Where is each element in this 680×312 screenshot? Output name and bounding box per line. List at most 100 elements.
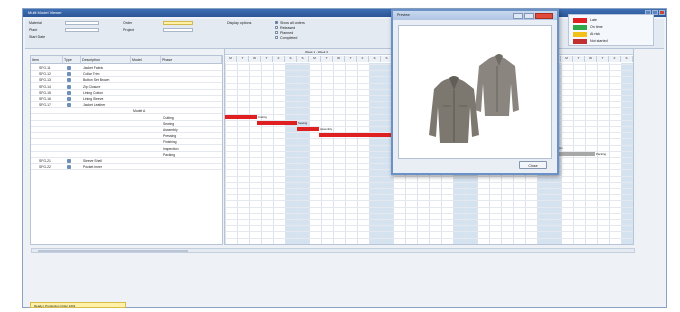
day-header: F [609, 56, 621, 62]
day-header: S [285, 56, 297, 62]
table-row-phase[interactable]: Sewing [31, 121, 222, 127]
close-icon[interactable] [659, 10, 665, 15]
legend-swatch [573, 25, 587, 30]
col-header-phase[interactable]: Phase [161, 56, 222, 64]
day-header: W [585, 56, 597, 62]
day-header: M [561, 56, 573, 62]
day-header: T [597, 56, 609, 62]
gantt-bar-label: Assembly [320, 127, 333, 131]
gantt-gridline [333, 63, 334, 244]
gantt-bar[interactable] [297, 127, 319, 131]
material-field[interactable] [65, 21, 99, 25]
gantt-gridline [621, 63, 622, 244]
dialog-maximize-icon[interactable] [524, 13, 534, 19]
gantt-gridline [309, 63, 310, 244]
item-type-icon [67, 66, 71, 70]
dialog-minimize-icon[interactable] [513, 13, 523, 19]
gantt-row-line [225, 175, 633, 177]
option-checkbox-all[interactable] [275, 21, 278, 24]
gantt-gridline [285, 63, 286, 244]
col-header-type[interactable]: Type [63, 56, 81, 64]
row-item-code: SFG-16 [39, 97, 51, 101]
gantt-row-line [225, 206, 633, 208]
day-header: S [297, 56, 309, 62]
option-checkbox-released[interactable] [275, 26, 278, 29]
phase-label: Sewing [163, 121, 175, 126]
row-item-code: SFG-17 [39, 103, 51, 108]
gantt-bar[interactable] [225, 114, 257, 119]
table-row[interactable]: SFG-14 Zip Closure [31, 84, 222, 90]
model-caption: Model A [133, 109, 146, 114]
row-item-code: SFG-13 [39, 78, 51, 83]
table-row[interactable]: SFG-22 Pocket Inner [31, 164, 222, 171]
gantt-gridline [297, 63, 298, 244]
gantt-gridline [369, 63, 370, 244]
order-field[interactable] [163, 21, 193, 25]
gantt-gridline [321, 63, 322, 244]
row-item-code: SFG-12 [39, 72, 51, 77]
product-image-area [398, 25, 552, 159]
table-row-phase[interactable]: Finishing [31, 139, 222, 146]
dialog-title-bar: Preview [393, 11, 557, 20]
table-row-phase[interactable]: Inspection [31, 146, 222, 152]
day-header: S [369, 56, 381, 62]
table-row-phase[interactable]: Pressing [31, 133, 222, 140]
table-row-phase[interactable]: Packing [31, 152, 222, 158]
plant-field[interactable] [65, 28, 99, 32]
day-header: M [309, 56, 321, 62]
table-row-model[interactable]: Model A [31, 108, 222, 115]
item-type-icon [67, 78, 71, 83]
gantt-row-line [225, 237, 633, 239]
row-item-code: SFG-14 [39, 84, 51, 89]
legend-swatch [573, 39, 587, 44]
day-header: T [573, 56, 585, 62]
gantt-gridline [381, 63, 382, 244]
table-row[interactable]: SFG-15 Lining Cotton [31, 90, 222, 96]
table-row[interactable]: SFG-21 Sleeve Shell [31, 158, 222, 164]
table-row[interactable]: SFG-11 Jacket Fabric [31, 65, 222, 71]
legend-swatch [573, 32, 587, 37]
gantt-row-line [225, 225, 633, 227]
phase-label: Cutting [163, 115, 174, 120]
weekend-column [297, 63, 309, 244]
status-bar: Ready | Production Order 1001 [30, 302, 126, 308]
field-label-plant: Plant [29, 28, 38, 32]
gantt-bar[interactable] [319, 133, 391, 138]
weekend-column [285, 63, 297, 244]
item-type-icon [67, 103, 71, 108]
item-grid: Item Type Description Model Phase SFG-11… [30, 55, 223, 245]
gantt-row-line [225, 188, 633, 189]
dialog-close-icon[interactable] [535, 13, 553, 19]
table-row[interactable]: SFG-13 Button Set Brown [31, 77, 222, 84]
table-row-phase[interactable]: Assembly [31, 127, 222, 133]
day-header: T [237, 56, 249, 62]
table-row[interactable]: SFG-16 Lining Sleeve [31, 96, 222, 102]
dialog-close-button[interactable]: Close [519, 161, 547, 169]
gantt-gridline [609, 63, 610, 244]
day-header: F [273, 56, 285, 62]
horizontal-scrollbar[interactable] [31, 248, 635, 253]
item-type-icon [67, 90, 71, 95]
gantt-bar[interactable] [257, 120, 297, 125]
table-row[interactable]: SFG-17 Jacket Leather [31, 102, 222, 109]
row-description: Pocket Inner [83, 165, 103, 170]
row-description: Sleeve Shell [83, 159, 102, 163]
phase-label: Inspection [163, 146, 179, 151]
col-header-model[interactable]: Model [131, 56, 161, 64]
options-title: Display options [227, 21, 252, 25]
col-header-description[interactable]: Description [81, 56, 131, 64]
gantt-row-line [225, 200, 633, 202]
project-field[interactable] [163, 28, 193, 32]
table-row[interactable]: SFG-12 Collar Trim [31, 71, 222, 78]
table-row-phase[interactable]: Cutting [31, 115, 222, 121]
scrollbar-thumb[interactable] [38, 250, 188, 252]
option-label-completed: Completed [280, 36, 298, 40]
item-type-icon [67, 84, 71, 89]
option-checkbox-completed[interactable] [275, 36, 278, 39]
col-header-item[interactable]: Item [31, 56, 63, 64]
item-type-icon [67, 72, 71, 77]
day-header: M [225, 56, 237, 62]
row-description: Zip Closure [83, 84, 101, 89]
option-checkbox-planned[interactable] [275, 31, 278, 34]
gantt-gridline [237, 63, 238, 244]
